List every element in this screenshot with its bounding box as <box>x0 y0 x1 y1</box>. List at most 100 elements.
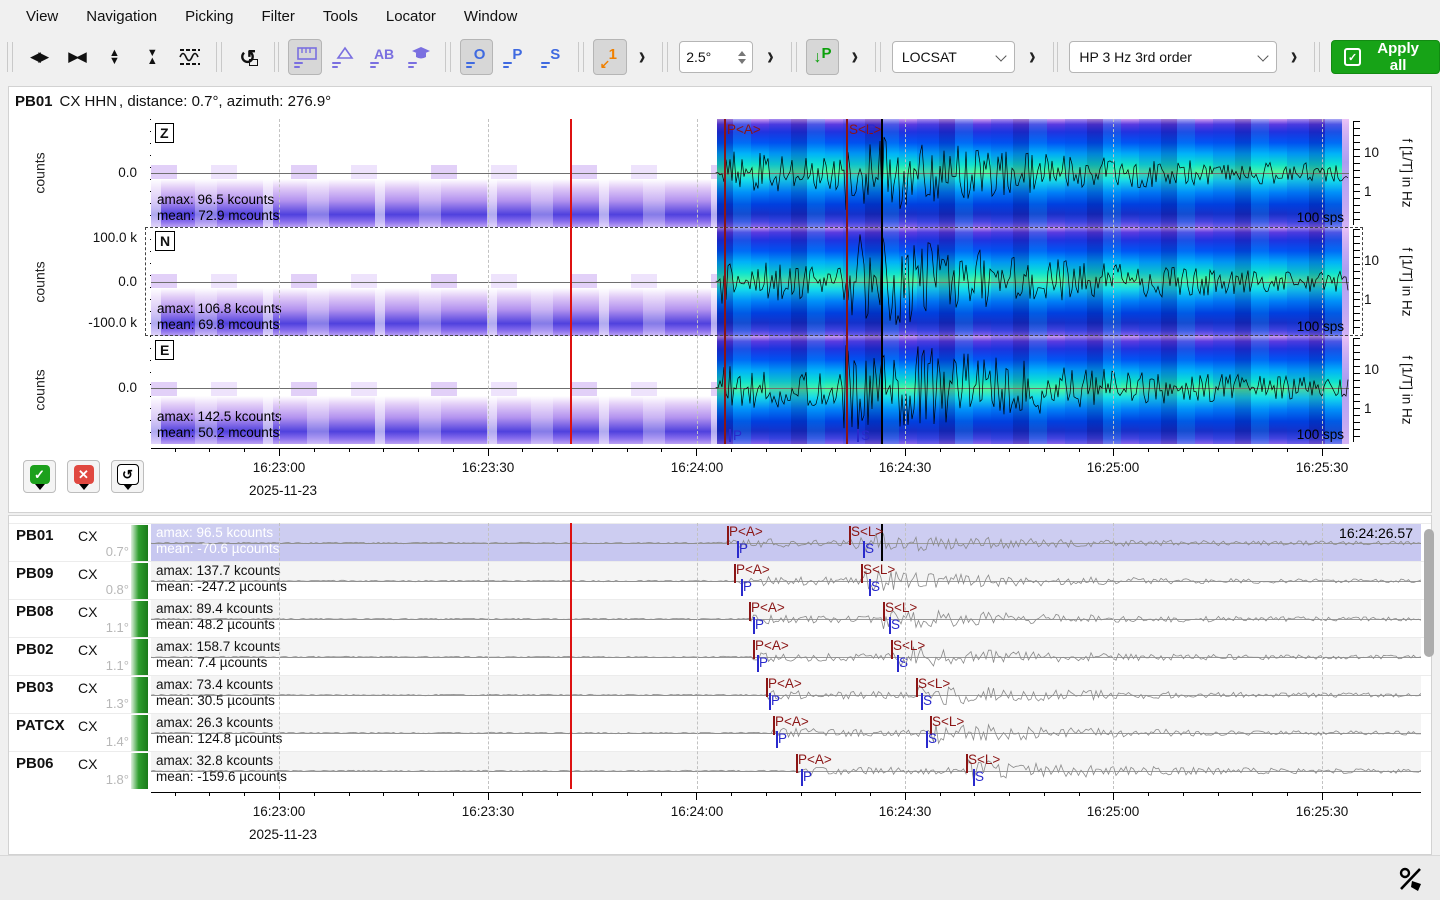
ruler-picker-button[interactable] <box>288 39 322 75</box>
toolbar-handle[interactable] <box>445 42 451 72</box>
menu-window[interactable]: Window <box>450 3 531 30</box>
menu-locator[interactable]: Locator <box>372 3 450 30</box>
menu-tools[interactable]: Tools <box>309 3 372 30</box>
origin-pick-button[interactable]: O <box>460 39 494 75</box>
rename-phase-button[interactable]: AB <box>364 39 398 75</box>
p-pick-label[interactable]: P<A> <box>798 752 832 767</box>
station-trace[interactable]: amax: 96.5 kcounts mean: -70.6 µcounts 1… <box>151 524 1421 562</box>
trace-plot[interactable]: E amax: 142.5 kcounts mean: 50.2 mcounts… <box>151 336 1349 444</box>
toolbar-handle[interactable] <box>875 42 881 72</box>
pick-marks <box>466 62 475 68</box>
p-pick-button[interactable]: P <box>497 39 531 75</box>
training-picker-button[interactable] <box>402 39 436 75</box>
trace-row[interactable]: counts E amax: 142.5 kcounts mean: 50.2 … <box>9 336 1433 444</box>
s-pick-label[interactable]: S<L> <box>863 562 895 577</box>
p-pick-label[interactable]: P<A> <box>775 714 809 729</box>
angle-picker-button[interactable] <box>326 39 360 75</box>
theoretical-p-label[interactable]: P <box>755 617 764 632</box>
menu-navigation[interactable]: Navigation <box>72 3 171 30</box>
s-pick-label[interactable]: S<L> <box>932 714 964 729</box>
align-on-pick-button[interactable]: ▶◀ <box>60 39 94 75</box>
theoretical-s-label[interactable]: S <box>899 655 908 670</box>
menu-view[interactable]: View <box>12 3 72 30</box>
station-trace[interactable]: amax: 73.4 kcounts mean: 30.5 µcounts P<… <box>151 676 1421 714</box>
theoretical-p-label[interactable]: P <box>771 693 780 708</box>
station-trace[interactable]: amax: 137.7 kcounts mean: -247.2 µcounts… <box>151 562 1421 600</box>
s-pick-label[interactable]: S<L> <box>918 676 950 691</box>
chevron-right-icon[interactable]: › <box>851 42 858 72</box>
theoretical-p-label[interactable]: P <box>743 579 752 594</box>
s-pick-button[interactable]: S <box>535 39 569 75</box>
theoretical-s-label[interactable]: S <box>928 731 937 746</box>
toolbar-handle[interactable] <box>578 42 584 72</box>
scrollbar-thumb[interactable] <box>1424 529 1434 657</box>
station-row[interactable]: PB08 CX 1.1° amax: 89.4 kcounts mean: 48… <box>9 599 1431 638</box>
station-row[interactable]: PATCX CX 1.4° amax: 26.3 kcounts mean: 1… <box>9 713 1431 752</box>
toolbar-handle[interactable] <box>1314 42 1320 72</box>
toolbar-handle[interactable] <box>791 42 797 72</box>
apply-all-button[interactable]: ✓ Apply all <box>1331 40 1440 74</box>
s-pick-label[interactable]: S<L> <box>893 638 925 653</box>
trace-plot[interactable]: N amax: 106.8 kcounts mean: 69.8 mcounts… <box>151 227 1349 336</box>
station-trace[interactable]: amax: 158.7 kcounts mean: 7.4 µcounts P<… <box>151 638 1421 676</box>
s-pick-label[interactable]: S<L> <box>849 122 881 137</box>
station-row[interactable]: PB01 CX 0.7° amax: 96.5 kcounts mean: -7… <box>9 523 1431 562</box>
station-trace[interactable]: amax: 26.3 kcounts mean: 124.8 µcounts P… <box>151 714 1421 752</box>
p-pick-label[interactable]: P<A> <box>736 562 770 577</box>
station-row[interactable]: PB06 CX 1.8° amax: 32.8 kcounts mean: -1… <box>9 751 1431 790</box>
station-row[interactable]: PB03 CX 1.3° amax: 73.4 kcounts mean: 30… <box>9 675 1431 714</box>
spin-down-icon[interactable] <box>738 59 746 64</box>
toolbar-handle[interactable] <box>1053 42 1059 72</box>
s-pick-label[interactable]: S<L> <box>968 752 1000 767</box>
theoretical-s-label[interactable]: S <box>975 769 984 784</box>
sort-by-phase-button[interactable]: ↓ P <box>806 39 840 75</box>
spread-spinbox[interactable]: 2.5° <box>679 41 753 73</box>
spin-up-icon[interactable] <box>738 51 746 56</box>
expand-vertical-button[interactable]: ▲▼ <box>97 39 131 75</box>
amplitude-range-button[interactable] <box>173 39 207 75</box>
toolbar-handle[interactable] <box>274 42 280 72</box>
percent-grip-icon[interactable] <box>1398 866 1424 892</box>
station-trace[interactable]: amax: 89.4 kcounts mean: 48.2 µcounts P<… <box>151 600 1421 638</box>
p-pick-label[interactable]: P<A> <box>751 600 785 615</box>
theoretical-p-label[interactable]: P <box>778 731 787 746</box>
trace-row[interactable]: counts N amax: 106.8 kcounts mean: 69.8 … <box>9 227 1433 336</box>
chevron-right-icon[interactable]: › <box>639 42 646 72</box>
accept-pick-button[interactable]: ✓ <box>23 460 56 493</box>
p-pick-label[interactable]: P<A> <box>729 524 763 539</box>
p-pick-label[interactable]: P<A> <box>727 122 761 137</box>
theoretical-s-label[interactable]: S <box>923 693 932 708</box>
toolbar-handle[interactable] <box>7 42 13 72</box>
pan-horizontal-button[interactable]: ◀▶ <box>22 39 56 75</box>
filter-select[interactable]: HP 3 Hz 3rd order <box>1069 41 1276 73</box>
trace-row[interactable]: counts Z amax: 96.5 kcounts mean: 72.9 m… <box>9 119 1433 227</box>
station-code: PB01 <box>15 93 53 110</box>
p-pick-label[interactable]: P<A> <box>755 638 789 653</box>
menu-picking[interactable]: Picking <box>171 3 247 30</box>
rotate-components-button[interactable]: ↺ <box>231 39 265 75</box>
s-pick-label[interactable]: S<L> <box>885 600 917 615</box>
single-trace-button[interactable]: 1 ↙ <box>593 39 627 75</box>
chevron-right-icon[interactable]: › <box>1029 42 1036 72</box>
menu-filter[interactable]: Filter <box>248 3 309 30</box>
spinbox-arrows[interactable] <box>738 51 746 64</box>
reject-pick-button[interactable]: ✕ <box>67 460 100 493</box>
toolbar-handle[interactable] <box>216 42 222 72</box>
theoretical-p-label[interactable]: P <box>739 541 748 556</box>
chevron-right-icon[interactable]: › <box>1291 42 1298 72</box>
restore-pick-button[interactable]: ↺ <box>111 460 144 493</box>
s-pick-label[interactable]: S<L> <box>851 524 883 539</box>
locator-select[interactable]: LOCSAT <box>892 41 1015 73</box>
theoretical-s-label[interactable]: S <box>865 541 874 556</box>
station-row[interactable]: PB09 CX 0.8° amax: 137.7 kcounts mean: -… <box>9 561 1431 600</box>
theoretical-s-label[interactable]: S <box>871 579 880 594</box>
station-trace[interactable]: amax: 32.8 kcounts mean: -159.6 µcounts … <box>151 752 1421 790</box>
station-row[interactable]: PB02 CX 1.1° amax: 158.7 kcounts mean: 7… <box>9 637 1431 676</box>
theoretical-p-label[interactable]: P <box>803 769 812 784</box>
toolbar-handle[interactable] <box>662 42 668 72</box>
theoretical-p-label[interactable]: P <box>759 655 768 670</box>
theoretical-s-label[interactable]: S <box>891 617 900 632</box>
p-pick-label[interactable]: P<A> <box>768 676 802 691</box>
collapse-vertical-button[interactable]: ▼▲ <box>135 39 169 75</box>
chevron-right-icon[interactable]: › <box>767 42 774 72</box>
